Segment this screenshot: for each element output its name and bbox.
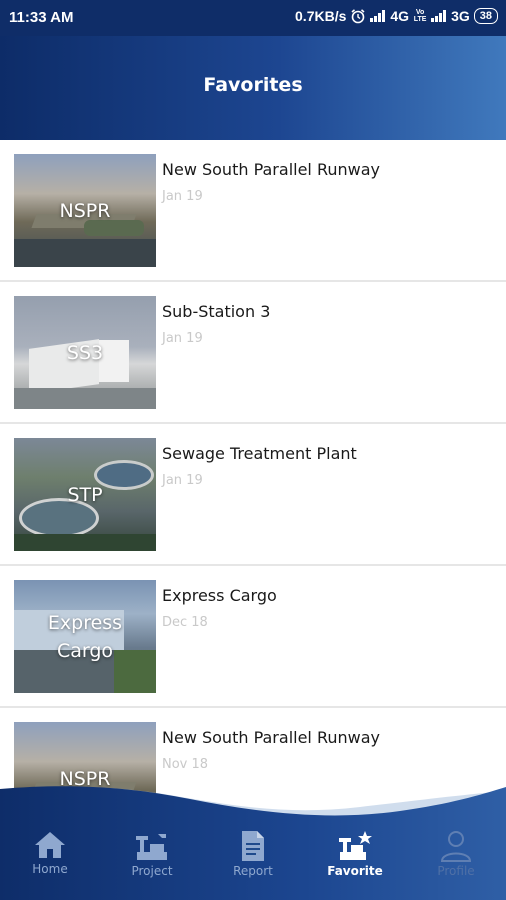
nav-project[interactable]: Project bbox=[107, 830, 197, 890]
report-icon bbox=[242, 831, 264, 861]
nav-label: Report bbox=[233, 864, 273, 878]
project-thumbnail: Express Cargo bbox=[14, 580, 156, 693]
signal-bars-icon bbox=[431, 10, 447, 22]
bottom-navigation: Home Project Report Favorite Profile bbox=[0, 785, 506, 900]
favorite-title: Sub-Station 3 bbox=[162, 302, 271, 321]
favorite-date: Jan 19 bbox=[162, 331, 203, 346]
favorites-list: NSPR New South Parallel Runway Jan 19 SS… bbox=[0, 140, 506, 850]
favorite-icon bbox=[339, 831, 372, 860]
nav-report[interactable]: Report bbox=[208, 830, 298, 890]
page-title: Favorites bbox=[203, 74, 303, 96]
favorite-title: New South Parallel Runway bbox=[162, 160, 380, 179]
project-thumbnail: STP bbox=[14, 438, 156, 551]
project-thumbnail: NSPR bbox=[14, 154, 156, 267]
favorite-date: Jan 19 bbox=[162, 189, 203, 204]
favorite-date: Nov 18 bbox=[162, 757, 209, 772]
favorite-list-item[interactable]: STP Sewage Treatment Plant Jan 19 bbox=[0, 424, 506, 566]
nav-label: Profile bbox=[437, 864, 475, 878]
thumbnail-label: NSPR bbox=[59, 199, 111, 222]
nav-label: Home bbox=[32, 862, 68, 876]
network-speed: 0.7KB/s bbox=[295, 8, 347, 24]
favorite-title: Sewage Treatment Plant bbox=[162, 444, 357, 463]
nav-home[interactable]: Home bbox=[5, 830, 95, 890]
status-indicators: 0.7KB/s 4G Vo LTE 3G 38 bbox=[295, 8, 498, 24]
status-time: 11:33 AM bbox=[9, 9, 74, 26]
project-icon bbox=[136, 834, 167, 860]
nav-label: Favorite bbox=[327, 864, 383, 878]
favorite-list-item[interactable]: SS3 Sub-Station 3 Jan 19 bbox=[0, 282, 506, 424]
favorite-list-item[interactable]: NSPR New South Parallel Runway Jan 19 bbox=[0, 140, 506, 282]
volte-badge: Vo LTE bbox=[413, 9, 427, 23]
signal-bars-icon bbox=[370, 10, 386, 22]
battery-icon: 38 bbox=[473, 8, 498, 24]
nav-label: Project bbox=[131, 864, 173, 878]
project-thumbnail: SS3 bbox=[14, 296, 156, 409]
favorites-screen: 11:33 AM 0.7KB/s 4G Vo LTE 3G 38 Favorit… bbox=[0, 0, 506, 900]
favorite-list-item[interactable]: Express Cargo Express Cargo Dec 18 bbox=[0, 566, 506, 708]
profile-icon bbox=[440, 831, 472, 862]
home-icon bbox=[35, 832, 65, 858]
app-header: Favorites bbox=[0, 36, 506, 140]
favorite-date: Jan 19 bbox=[162, 473, 203, 488]
alarm-clock-icon bbox=[351, 9, 365, 24]
nav-profile[interactable]: Profile bbox=[411, 830, 501, 890]
thumbnail-label: SS3 bbox=[66, 341, 104, 364]
status-bar: 11:33 AM 0.7KB/s 4G Vo LTE 3G 38 bbox=[0, 0, 506, 36]
nav-favorite[interactable]: Favorite bbox=[310, 830, 400, 890]
favorite-title: New South Parallel Runway bbox=[162, 728, 380, 747]
network-type-1: 4G bbox=[390, 8, 410, 24]
network-type-2: 3G bbox=[451, 8, 470, 24]
favorite-date: Dec 18 bbox=[162, 615, 208, 630]
thumbnail-label: STP bbox=[67, 483, 103, 506]
favorite-title: Express Cargo bbox=[162, 586, 277, 605]
thumbnail-label: Express Cargo bbox=[47, 611, 123, 662]
